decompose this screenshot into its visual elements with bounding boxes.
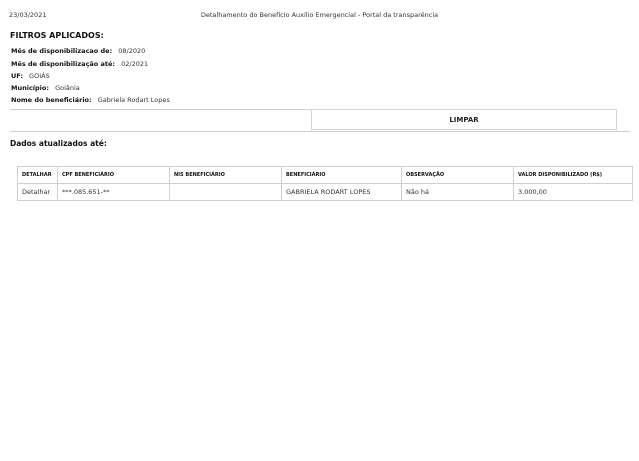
nis-cell (169, 183, 282, 201)
column-header-valor[interactable]: VALOR DISPONIBILIZADO (R$) (513, 166, 633, 184)
filter-municipio: Município: Goiânia (11, 84, 80, 92)
filter-value: Goiânia (55, 84, 80, 92)
column-header-cpf[interactable]: CPF BENEFICIÁRIO (57, 166, 170, 184)
filter-label: Nome do beneficiário: (11, 96, 92, 104)
filter-label: UF: (11, 72, 23, 80)
beneficiary-cell: GABRIELA RODART LOPES (281, 183, 402, 201)
column-header-beneficiario[interactable]: BENEFICIÁRIO (281, 166, 402, 184)
filter-value: 02/2021 (121, 60, 149, 68)
column-header-observacao[interactable]: OBSERVAÇÃO (401, 166, 514, 184)
column-header-detalhar[interactable]: DETALHAR (17, 166, 58, 184)
section-divider (10, 131, 630, 132)
print-header: 23/03/2021 Detalhamento do Benefício Aux… (0, 0, 639, 24)
filter-value: GOIÁS (29, 72, 50, 80)
updated-label: Dados atualizados até: (10, 139, 107, 148)
filter-month-from: Mês de disponibilizacao de: 08/2020 (11, 47, 145, 55)
column-header-nis[interactable]: NIS BENEFICIÁRIO (169, 166, 282, 184)
observation-cell: Não há (401, 183, 514, 201)
filter-beneficiary-name: Nome do beneficiário: Gabriela Rodart Lo… (11, 96, 170, 104)
filter-uf: UF: GOIÁS (11, 72, 50, 80)
document-title: Detalhamento do Benefício Auxílio Emerge… (200, 11, 439, 19)
filter-label: Mês de disponibilizacao de: (11, 47, 113, 55)
table-row: Detalhar ***.085.651-** GABRIELA RODART … (17, 183, 633, 201)
section-divider (10, 109, 311, 110)
clear-filters-button[interactable]: LIMPAR (311, 109, 617, 130)
table-header-row: DETALHAR CPF BENEFICIÁRIO NIS BENEFICIÁR… (17, 166, 633, 184)
filter-value: Gabriela Rodart Lopes (97, 96, 170, 104)
detail-link[interactable]: Detalhar (17, 183, 58, 201)
filter-label: Município: (11, 84, 49, 92)
cpf-cell: ***.085.651-** (57, 183, 170, 201)
results-table: DETALHAR CPF BENEFICIÁRIO NIS BENEFICIÁR… (17, 166, 633, 201)
filters-heading: FILTROS APLICADOS: (10, 31, 104, 40)
filter-value: 08/2020 (118, 47, 146, 55)
amount-cell: 3.000,00 (513, 183, 633, 201)
filter-label: Mês de disponibilização até: (11, 60, 116, 68)
filter-month-to: Mês de disponibilização até: 02/2021 (11, 60, 148, 68)
